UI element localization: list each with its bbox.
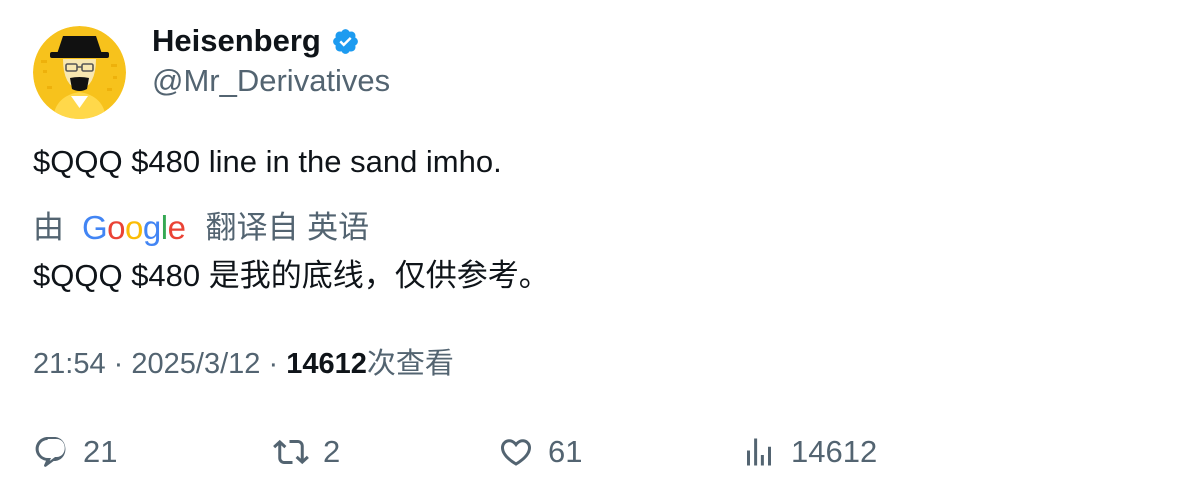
reply-button[interactable]: 21	[33, 428, 117, 476]
retweet-icon	[273, 439, 309, 465]
display-name-row[interactable]: Heisenberg	[152, 22, 360, 60]
meta-separator: ·	[268, 348, 279, 380]
verified-badge-icon[interactable]	[331, 27, 360, 56]
views-label: 次查看	[366, 348, 454, 380]
like-button[interactable]: 61	[498, 428, 582, 476]
avatar[interactable]	[33, 26, 126, 119]
tweet-date[interactable]: 2025/3/12	[131, 348, 260, 380]
translation-suffix: 翻译自 英语	[205, 210, 370, 245]
tweet-time[interactable]: 21:54	[33, 348, 106, 380]
tweet-text: $QQQ $480 line in the sand imho.	[33, 144, 502, 179]
google-logo: Google	[82, 209, 186, 246]
reply-icon	[35, 437, 66, 467]
heisenberg-avatar-icon	[33, 26, 126, 119]
heart-icon	[500, 439, 532, 466]
meta-separator: ·	[113, 348, 124, 380]
action-bar: 21 2 61 14612	[33, 428, 1163, 476]
analytics-icon	[747, 438, 771, 466]
views-button[interactable]: 14612	[741, 428, 877, 476]
views-count: 14612	[286, 348, 367, 380]
translation-prefix: 由	[33, 210, 64, 245]
views-action-count: 14612	[791, 434, 878, 469]
translation-attribution[interactable]: 由 Google 翻译自 英语	[33, 208, 369, 248]
retweet-button[interactable]: 2	[273, 428, 340, 476]
user-handle[interactable]: @Mr_Derivatives	[152, 62, 390, 100]
tweet-meta: 21:54 · 2025/3/12 · 14612次查看	[33, 344, 454, 384]
display-name[interactable]: Heisenberg	[152, 22, 321, 60]
reply-count: 21	[83, 434, 118, 469]
like-count: 61	[548, 434, 583, 469]
retweet-count: 2	[323, 434, 341, 469]
translated-tweet-text: $QQQ $480 是我的底线，仅供参考。	[33, 258, 550, 293]
